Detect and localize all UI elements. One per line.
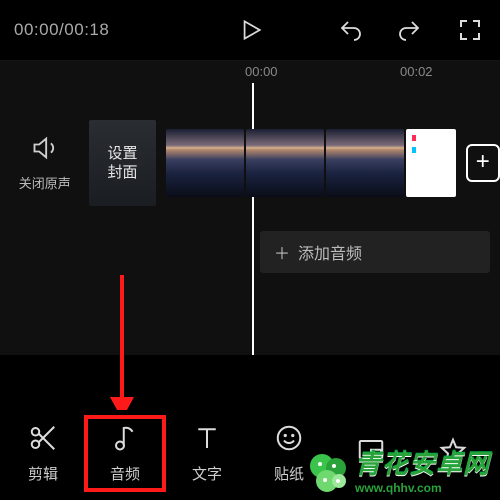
tool-label: 剪辑 (28, 463, 58, 484)
tool-label: 文字 (192, 463, 222, 484)
video-editor-screen: 00:00/00:18 00:00 00:02 (0, 0, 500, 500)
music-note-icon (110, 423, 140, 458)
video-clip-strip[interactable] (166, 129, 456, 197)
mute-original-sound[interactable]: 关闭原声 (0, 134, 89, 192)
tool-label: 贴纸 (274, 463, 304, 484)
top-bar: 00:00/00:18 (0, 0, 500, 60)
ruler-tick: 00:00 (245, 64, 278, 79)
clip-thumb[interactable] (246, 129, 324, 197)
time-current: 00:00 (14, 20, 59, 39)
undo-button[interactable] (334, 14, 366, 46)
add-audio-track[interactable]: ＋ 添加音频 (260, 231, 490, 273)
tool-effects[interactable] (414, 436, 492, 471)
tool-label: 音频 (110, 463, 140, 484)
playhead-line[interactable] (252, 83, 254, 355)
time-total: 00:18 (64, 20, 109, 39)
plus-icon: ＋ (274, 240, 290, 264)
star-icon (438, 436, 468, 471)
top-bar-right (334, 14, 486, 46)
text-icon (192, 423, 222, 458)
sticker-icon (274, 423, 304, 458)
fullscreen-button[interactable] (454, 14, 486, 46)
scissors-icon (28, 423, 58, 458)
clip-thumb-end[interactable] (406, 129, 456, 197)
tool-pip[interactable] (332, 436, 410, 471)
tool-sticker[interactable]: 贴纸 (250, 423, 328, 484)
mute-label: 关闭原声 (19, 173, 71, 192)
plus-icon: + (476, 148, 490, 175)
time-ruler: 00:00 00:02 (0, 61, 500, 83)
tool-text[interactable]: 文字 (168, 423, 246, 484)
add-clip-button[interactable]: + (466, 144, 500, 182)
video-track-row: 关闭原声 设置 封面 + (0, 113, 500, 213)
bottom-toolbar: 剪辑 音频 文字 贴纸 (0, 410, 500, 500)
clip-thumb[interactable] (166, 129, 244, 197)
speaker-icon (31, 134, 59, 167)
ruler-tick: 00:02 (400, 64, 433, 79)
tool-cut[interactable]: 剪辑 (4, 423, 82, 484)
redo-button[interactable] (394, 14, 426, 46)
tool-audio[interactable]: 音频 (86, 417, 164, 490)
clip-thumb[interactable] (326, 129, 404, 197)
play-button[interactable] (234, 14, 266, 46)
cover-label: 设置 封面 (108, 144, 138, 183)
timeline-area[interactable]: 00:00 00:02 关闭原声 设置 封面 (0, 60, 500, 355)
add-audio-label: 添加音频 (298, 240, 362, 264)
picture-in-picture-icon (356, 436, 386, 471)
playhead-timecode: 00:00/00:18 (14, 20, 109, 40)
set-cover-button[interactable]: 设置 封面 (89, 120, 155, 206)
